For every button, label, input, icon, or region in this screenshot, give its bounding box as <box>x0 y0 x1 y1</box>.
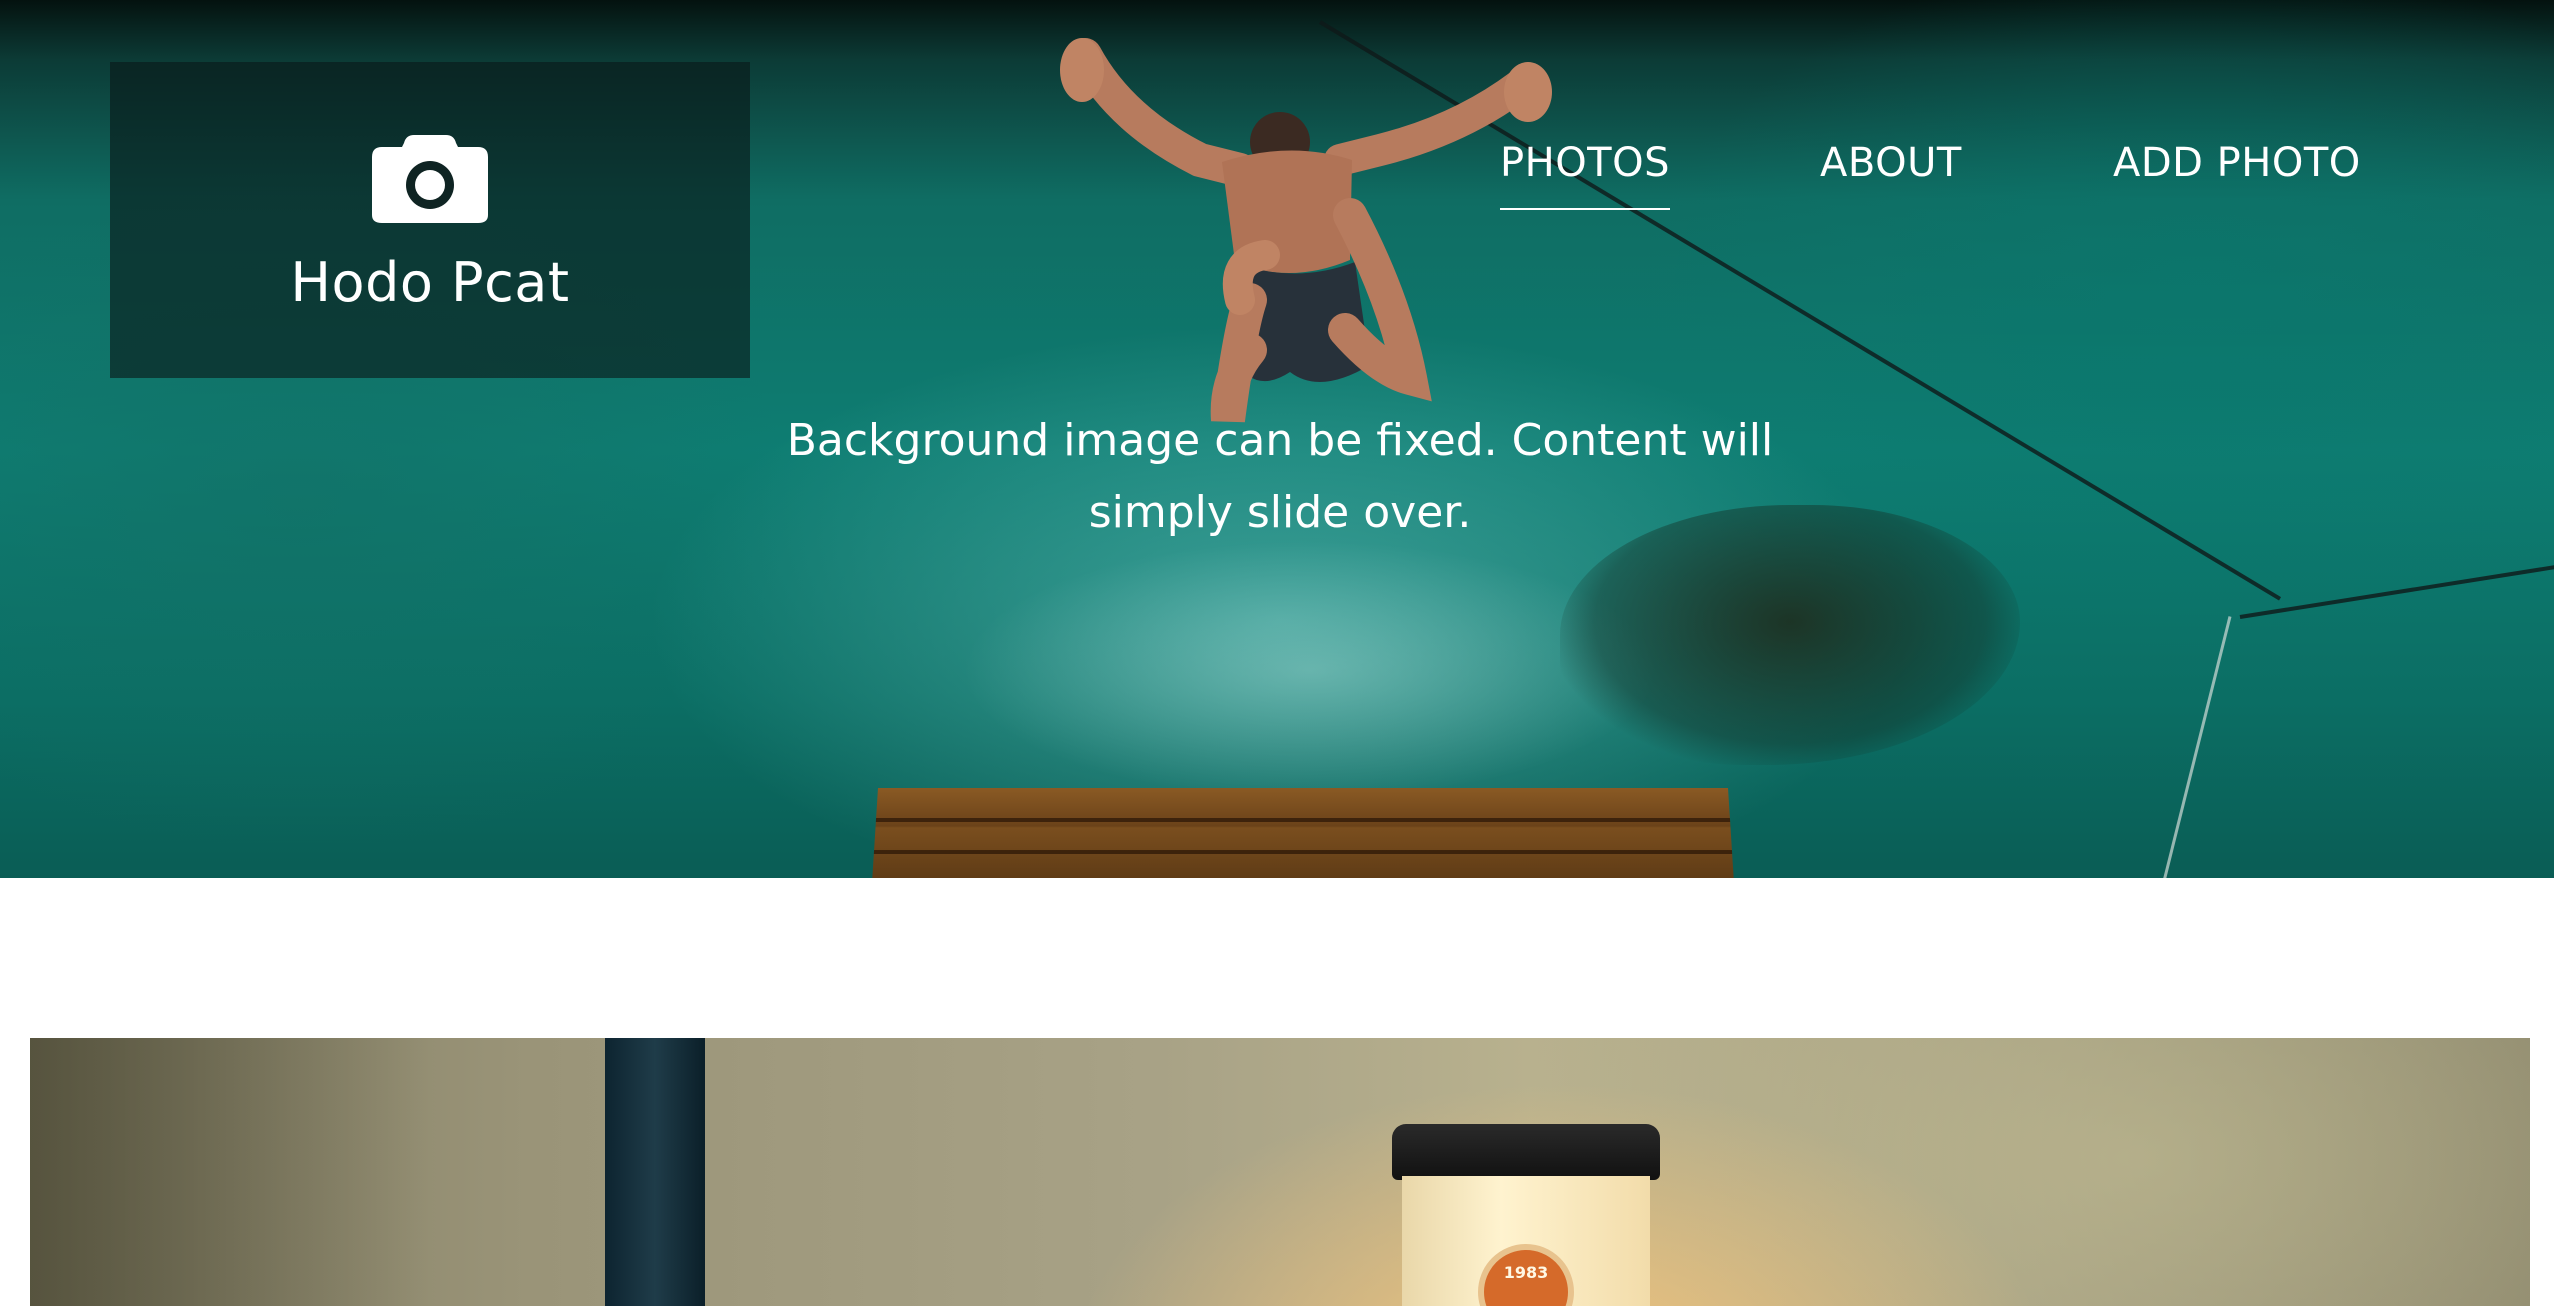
cup-text: 1983 <box>1503 1262 1549 1282</box>
nav-add-photo-link[interactable]: ADD PHOTO <box>2113 140 2361 208</box>
camera-icon <box>372 134 488 223</box>
hero-tagline: Background image can be fixed. Content w… <box>786 415 1774 538</box>
wooden-dock <box>872 788 1734 878</box>
logo-panel[interactable]: Hodo Pcat <box>110 62 750 378</box>
nav-photos-link[interactable]: PHOTOS <box>1500 140 1670 210</box>
rope-line <box>2239 561 2554 619</box>
nav-about-link[interactable]: ABOUT <box>1820 140 1962 208</box>
wall-shadow <box>30 1038 430 1306</box>
coffee-cup-lid <box>1392 1124 1660 1180</box>
water-ripple <box>960 540 1660 800</box>
wall-pipe <box>605 1038 705 1306</box>
brand-name: Hodo Pcat <box>290 250 570 314</box>
gallery-photo[interactable]: 1983 <box>30 1038 2530 1306</box>
rope-line <box>2160 616 2232 878</box>
hero-section: Hodo Pcat PHOTOS ABOUT ADD PHOTO Backgro… <box>0 0 2554 878</box>
